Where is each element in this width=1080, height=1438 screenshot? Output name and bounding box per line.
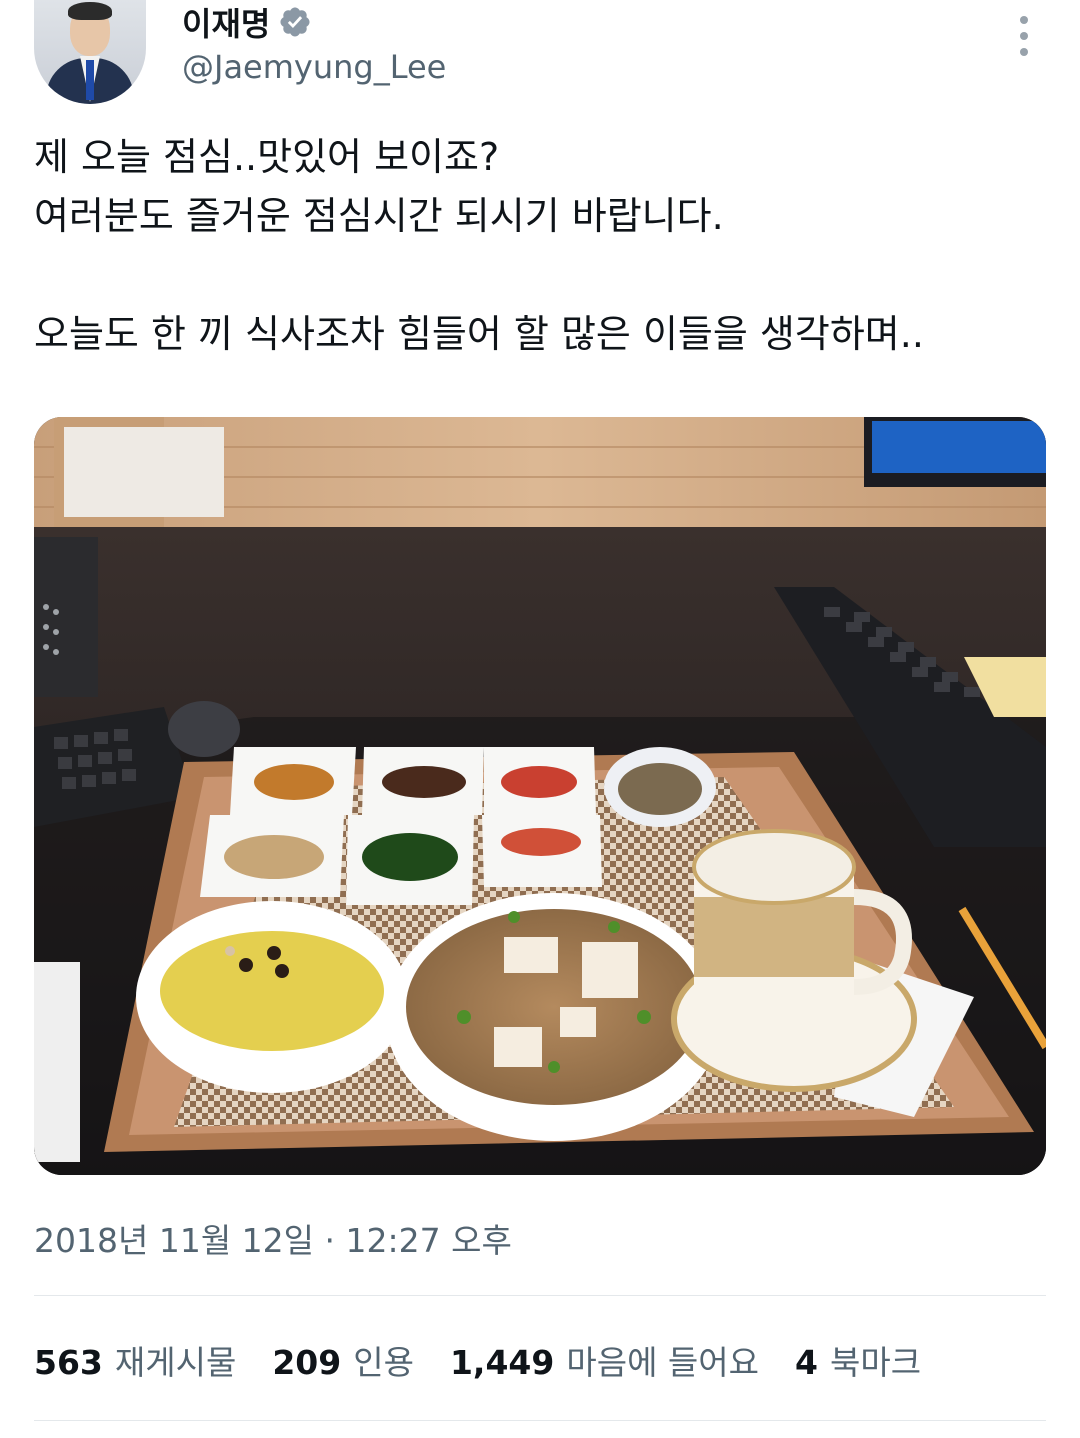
tweet-line: 오늘도 한 끼 식사조차 힘들어 할 많은 이들을 생각하며.. <box>34 312 924 356</box>
engagement-stats: 563 재게시물 209 인용 1,449 마음에 들어요 4 북마크 <box>34 1336 957 1384</box>
tweet-line <box>34 246 1054 305</box>
more-dot <box>1020 16 1028 24</box>
stat-label: 재게시물 <box>114 1343 237 1382</box>
verified-badge-icon <box>280 7 310 37</box>
tweet-timestamp[interactable]: 2018년 11월 12일 · 12:27 오후 <box>34 1214 512 1262</box>
tweet-line: 여러분도 즐거운 점심시간 되시기 바랍니다. <box>34 194 724 238</box>
avatar[interactable] <box>34 0 146 104</box>
stat-count: 1,449 <box>449 1343 555 1382</box>
stat-count: 563 <box>34 1343 103 1382</box>
divider <box>34 1295 1046 1296</box>
more-options-icon[interactable] <box>1010 16 1038 56</box>
stat-bookmarks[interactable]: 4 북마크 <box>795 1336 921 1384</box>
divider <box>34 1420 1046 1421</box>
stat-label: 북마크 <box>829 1343 922 1382</box>
tweet-text: 제 오늘 점심..맛있어 보이죠? 여러분도 즐거운 점심시간 되시기 바랍니다… <box>34 128 1054 364</box>
tweet-photo[interactable] <box>34 417 1046 1175</box>
more-dot <box>1020 48 1028 56</box>
author-name[interactable]: 이재명 <box>182 0 270 45</box>
more-dot <box>1020 32 1028 40</box>
stat-quotes[interactable]: 209 인용 <box>272 1336 414 1384</box>
stat-count: 209 <box>272 1343 342 1382</box>
stat-label: 마음에 들어요 <box>566 1343 760 1382</box>
stat-count: 4 <box>795 1343 818 1382</box>
avatar-tie <box>86 60 94 100</box>
stat-reposts[interactable]: 563 재게시물 <box>34 1336 236 1384</box>
author-name-row[interactable]: 이재명 <box>182 0 312 45</box>
stat-likes[interactable]: 1,449 마음에 들어요 <box>450 1336 759 1384</box>
author-handle[interactable]: @Jaemyung_Lee <box>182 48 446 86</box>
lunch-photo-illustration <box>34 417 1046 1175</box>
stat-label: 인용 <box>353 1343 414 1382</box>
tweet-line: 제 오늘 점심..맛있어 보이죠? <box>34 135 500 179</box>
avatar-hair <box>68 2 112 20</box>
